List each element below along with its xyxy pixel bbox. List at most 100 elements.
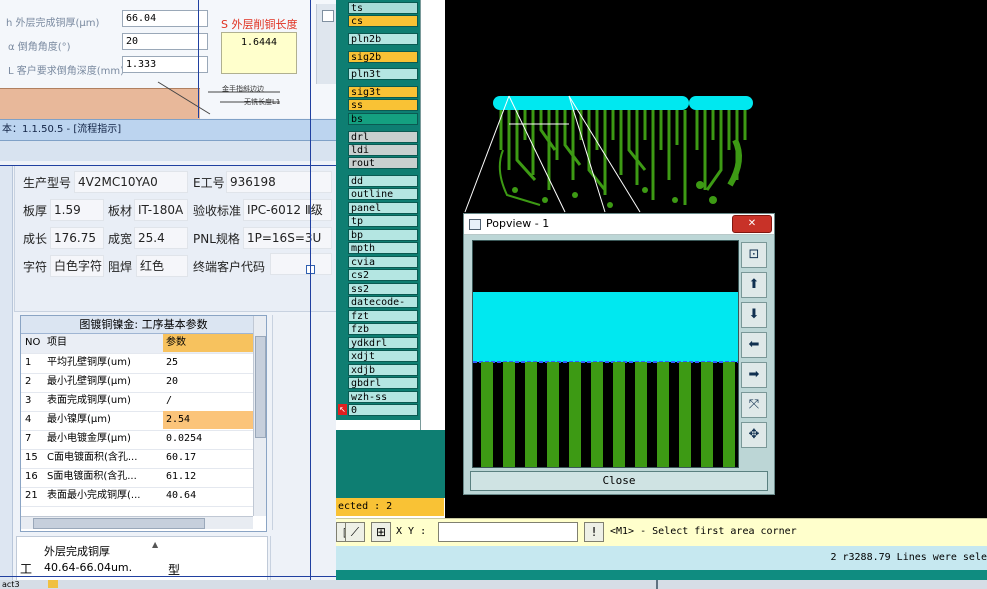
overlay-line <box>310 0 311 580</box>
flow-window-title: 本：1.1.50.5 - [流程指示] <box>0 119 336 141</box>
layer-cvia[interactable]: cvia <box>348 256 418 268</box>
row-value: 0.0254 <box>166 433 203 444</box>
pan-right-icon[interactable]: ➡ <box>741 362 767 388</box>
row-no: 16 <box>25 471 38 482</box>
pan-down-icon[interactable]: ⬇ <box>741 302 767 328</box>
layer-ss[interactable]: ss <box>348 99 418 111</box>
layer-xdjb[interactable]: xdjb <box>348 364 418 376</box>
popview-window: Popview - 1 ✕ ⊡ ⬆ ⬇ ⬅ ➡ ⤧ ✥ Close <box>463 213 775 495</box>
layer-datecode-ss[interactable]: datecode-ss <box>348 296 418 308</box>
table-row[interactable]: 1 平均孔壁铜厚(um) 25 <box>21 354 253 374</box>
row-value: 61.12 <box>166 471 197 482</box>
layer-rout[interactable]: rout <box>348 157 418 169</box>
layer-fzb[interactable]: fzb <box>348 323 418 335</box>
overlay-line <box>0 165 336 166</box>
row-value: 2.54 <box>163 411 254 429</box>
layer-tp[interactable]: tp <box>348 215 418 227</box>
popview-canvas[interactable] <box>472 240 739 468</box>
overlay-line <box>198 0 199 118</box>
note-title: 外层完成铜厚 <box>44 545 110 558</box>
table-row[interactable]: 2 最小孔壁铜厚(μm) 20 <box>21 373 253 393</box>
grid-caption: 图镀铜镍金: 工序基本参数 <box>21 316 266 334</box>
row-no: 7 <box>25 433 32 444</box>
char-value: 白色字符 <box>50 255 104 277</box>
length-value: 176.75 <box>50 227 104 249</box>
layer-ss2[interactable]: ss2 <box>348 283 418 295</box>
result-label: S 外层削铜长度 <box>221 18 298 31</box>
bevel-angle-field[interactable]: 20 <box>122 33 208 50</box>
row-no: 3 <box>25 395 32 406</box>
layer-sig3t[interactable]: sig3t <box>348 86 418 98</box>
layer-dd[interactable]: dd <box>348 175 418 187</box>
layer-ydkdrl[interactable]: ydkdrl <box>348 337 418 349</box>
layer-wzh-ss[interactable]: wzh-ss <box>348 391 418 403</box>
command-bar: ▯ ⟋ ⊞ X Y : ! <M1> - Select first area c… <box>336 518 987 547</box>
zoom-out-icon[interactable]: ✥ <box>741 422 767 448</box>
zoom-fit-icon[interactable]: ⊡ <box>741 242 767 268</box>
table-row[interactable]: 3 表面完成铜厚(um) / <box>21 392 253 412</box>
layer-zero[interactable]: 0 <box>348 404 418 416</box>
prompt-text: <M1> - Select first area corner <box>610 526 797 537</box>
layer-bs[interactable]: bs <box>348 113 418 125</box>
grid-hscroll-thumb[interactable] <box>33 518 205 529</box>
info-icon[interactable]: ! <box>584 522 604 542</box>
gold-finger-bar-1 <box>493 96 689 110</box>
material-value: IT-180A <box>134 199 188 221</box>
layer-fzt[interactable]: fzt <box>348 310 418 322</box>
grid-horizontal-scrollbar[interactable] <box>21 516 253 529</box>
layer-cs[interactable]: cs <box>348 15 418 27</box>
measure-icon[interactable]: ⟋ <box>345 522 365 542</box>
result-value: 1.6444 <box>240 37 278 48</box>
grid-vscroll-thumb[interactable] <box>255 336 266 438</box>
gold-finger-bar-2 <box>689 96 753 110</box>
standard-value: IPC-6012 Ⅱ级 <box>243 199 332 221</box>
layer-cs2[interactable]: cs2 <box>348 269 418 281</box>
customer-label: 终端客户代码 <box>193 260 266 274</box>
table-row[interactable]: 15 C面电镀面积(含孔... 60.17 <box>21 449 253 469</box>
popview-close-button[interactable]: Close <box>470 471 768 491</box>
row-no: 2 <box>25 376 32 387</box>
calc-checkbox[interactable] <box>322 10 334 22</box>
outer-thickness-field[interactable]: 66.04 <box>122 10 208 27</box>
row-no: 1 <box>25 357 32 368</box>
layer-sig2b[interactable]: sig2b <box>348 51 418 63</box>
bevel-depth-label: L 客户要求倒角深度(mm) <box>8 66 125 77</box>
layer-ldi[interactable]: ldi <box>348 144 418 156</box>
pan-left-icon[interactable]: ⬅ <box>741 332 767 358</box>
zoom-in-icon[interactable]: ⤧ <box>741 392 767 418</box>
table-row[interactable]: 7 最小电镀金厚(μm) 0.0254 <box>21 430 253 450</box>
layer-outline[interactable]: outline <box>348 188 418 200</box>
grid-header-row: NO 项目 参数 <box>21 334 254 354</box>
selected-count: ected : 2 <box>336 498 444 516</box>
popview-titlebar[interactable]: Popview - 1 ✕ <box>464 214 774 235</box>
note-collapse-icon[interactable]: ▲ <box>152 540 158 549</box>
xy-input[interactable] <box>438 522 578 542</box>
drawing-label-length: 无铣长度L1 <box>244 98 281 106</box>
layer-mpth[interactable]: mpth <box>348 242 418 254</box>
arrow-icon[interactable]: ↖ <box>338 404 347 415</box>
status-strip <box>336 570 987 580</box>
table-row-selected[interactable]: 4 最小镍厚(μm) 2.54 <box>21 411 254 431</box>
layer-panel[interactable]: panel <box>348 202 418 214</box>
pan-up-icon[interactable]: ⬆ <box>741 272 767 298</box>
left-application: h 外层完成铜厚(μm) 66.04 α 倒角角度(°) 20 L 客户要求倒角… <box>0 0 336 589</box>
layer-gbdrl[interactable]: gbdrl <box>348 377 418 389</box>
layer-pln2b[interactable]: pln2b <box>348 33 418 45</box>
folder-icon[interactable] <box>48 580 58 588</box>
bevel-depth-field[interactable]: 1.333 <box>122 56 208 73</box>
table-row[interactable]: 21 表面最小完成铜厚(... 40.64 <box>21 487 253 507</box>
table-row[interactable]: 16 S面电镀面积(含孔... 61.12 <box>21 468 253 488</box>
layer-drl[interactable]: drl <box>348 131 418 143</box>
outer-thickness-label: h 外层完成铜厚(μm) <box>6 18 100 29</box>
close-icon[interactable]: ✕ <box>732 215 772 233</box>
layer-xdjt[interactable]: xdjt <box>348 350 418 362</box>
model-label: 生产型号 <box>23 176 72 190</box>
layer-pln3t[interactable]: pln3t <box>348 68 418 80</box>
layer-ts[interactable]: ts <box>348 2 418 14</box>
grid-snap-icon[interactable]: ⊞ <box>371 522 391 542</box>
pnl-label: PNL规格 <box>193 232 240 246</box>
char-label: 字符 <box>23 260 48 274</box>
taskbar-strip: act3 <box>0 580 987 589</box>
grid-vertical-scrollbar[interactable] <box>253 316 266 516</box>
layer-bp[interactable]: bp <box>348 229 418 241</box>
